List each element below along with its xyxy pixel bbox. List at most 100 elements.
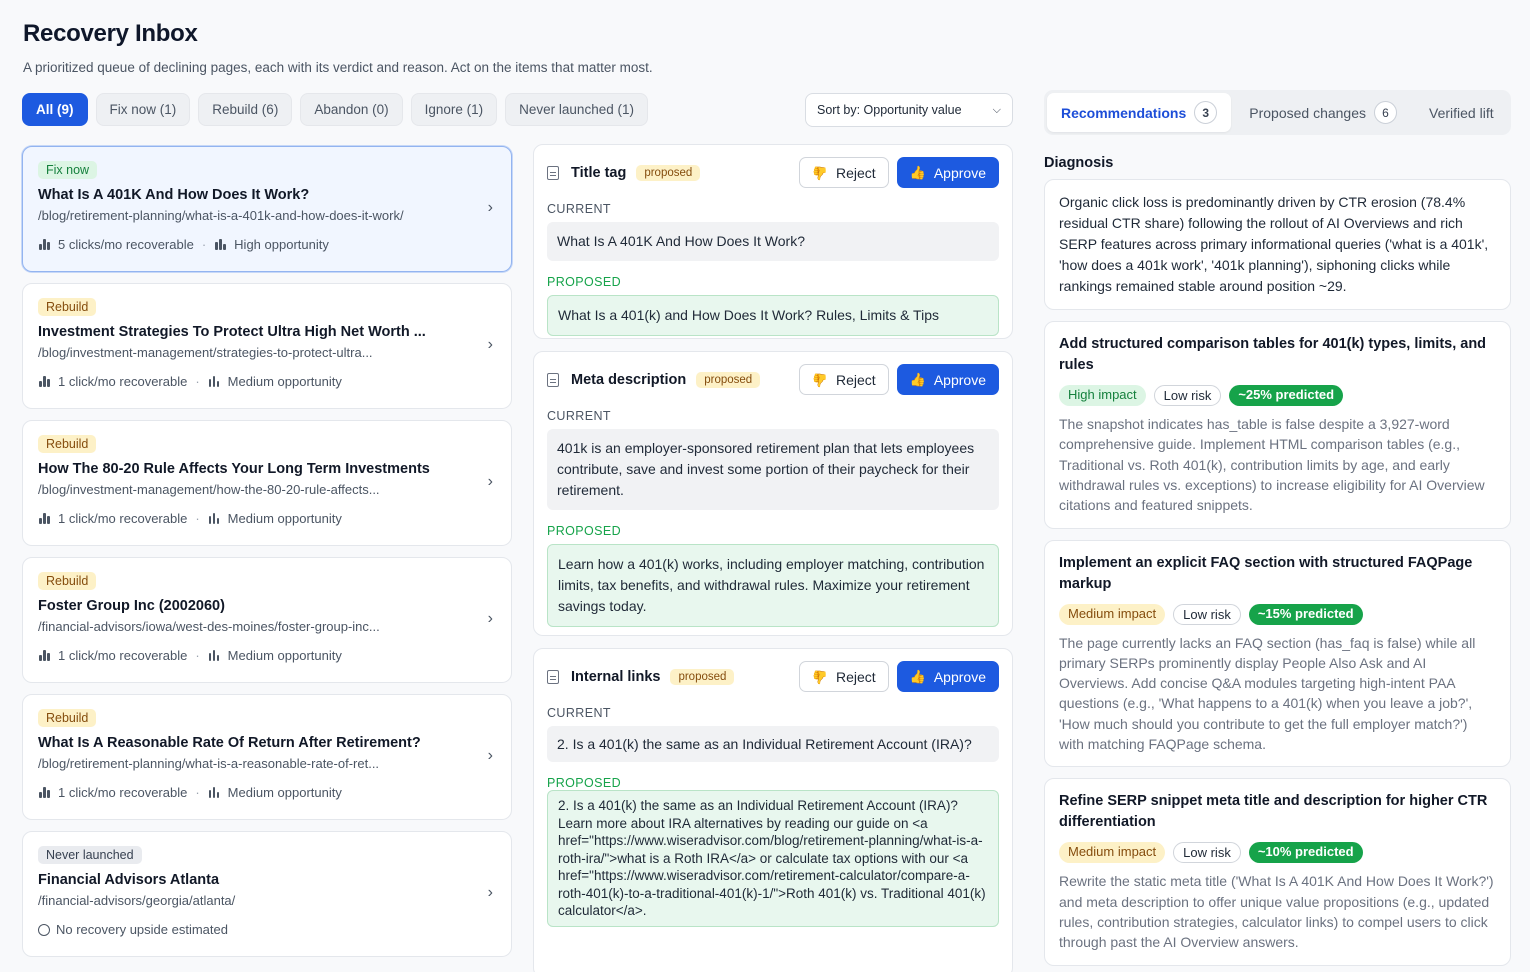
tab-label: Proposed changes: [1249, 104, 1367, 121]
recommendation-body: Rewrite the static meta title ('What Is …: [1059, 873, 1494, 951]
proposed-changes-panel: Title tag proposed 👍 Reject 👍 Approve CURR…: [533, 144, 1013, 972]
separator: ·: [201, 237, 207, 252]
list-item[interactable]: Never launched Financial Advisors Atlant…: [22, 831, 512, 957]
document-icon: [547, 165, 559, 180]
filter-fix-now[interactable]: Fix now (1): [95, 93, 191, 126]
recommendation-title: Add structured comparison tables for 401…: [1059, 336, 1487, 374]
separator: ·: [195, 648, 200, 663]
item-meta: 1 click/mo recoverable · Medium opportun…: [38, 511, 495, 526]
filter-rebuild[interactable]: Rebuild (6): [198, 93, 293, 126]
approve-button[interactable]: 👍 Approve: [896, 157, 999, 188]
predicted-lift-badge: ~10% predicted: [1248, 842, 1363, 864]
risk-badge: Low risk: [1173, 842, 1241, 864]
chevron-down-icon: ⌵: [992, 103, 1001, 116]
item-meta: 1 click/mo recoverable · Medium opportun…: [38, 785, 495, 800]
item-url: /blog/investment-management/how-the-80-2…: [38, 482, 380, 497]
filter-all[interactable]: All (9): [22, 93, 88, 126]
count-badge: 6: [1374, 101, 1398, 124]
reject-button[interactable]: 👍 Reject: [798, 157, 889, 188]
current-value: What Is A 401K And How Does It Work?: [547, 222, 999, 261]
current-label: CURRENT: [547, 202, 611, 216]
risk-badge: Low risk: [1153, 385, 1222, 407]
card-header: Title tag proposed 👍 Reject 👍 Approve: [547, 157, 999, 188]
opportunity-icon: [208, 376, 222, 387]
verdict-badge: Never launched: [38, 846, 142, 864]
opportunity-level: Medium opportunity: [227, 511, 342, 526]
chevron-right-icon[interactable]: ›: [488, 747, 493, 765]
clicks-recoverable: 1 click/mo recoverable: [58, 511, 188, 526]
separator: ·: [195, 511, 200, 526]
card-title: Internal links: [571, 668, 661, 685]
clicks-recoverable: 5 clicks/mo recoverable: [58, 237, 194, 252]
reject-label: Reject: [835, 164, 876, 181]
item-url: /financial-advisors/iowa/west-des-moines…: [38, 619, 380, 634]
reject-button[interactable]: 👍 Reject: [798, 661, 889, 692]
predicted-lift-badge: ~15% predicted: [1248, 603, 1363, 625]
chevron-right-icon[interactable]: ›: [488, 610, 493, 628]
opportunity-level: Medium opportunity: [227, 374, 342, 389]
list-item[interactable]: Rebuild How The 80-20 Rule Affects Your …: [22, 420, 512, 546]
card-header: Internal links proposed 👍 Reject 👍 Approve: [547, 661, 999, 692]
document-icon: [547, 372, 559, 387]
diagnosis-text: Organic click loss is predominantly driv…: [1044, 179, 1511, 310]
sort-select[interactable]: Sort by: Opportunity value ⌵: [805, 93, 1013, 127]
list-item[interactable]: Fix now What Is A 401K And How Does It W…: [22, 146, 512, 272]
chevron-right-icon[interactable]: ›: [488, 884, 493, 902]
list-item[interactable]: Rebuild Foster Group Inc (2002060) /fina…: [22, 557, 512, 683]
recommendation-tags: High impact Low risk ~25% predicted: [1059, 385, 1496, 407]
filter-abandon[interactable]: Abandon (0): [300, 93, 403, 126]
impact-badge: High impact: [1059, 385, 1146, 407]
item-meta: 1 click/mo recoverable · Medium opportun…: [38, 648, 495, 663]
separator: ·: [195, 785, 200, 800]
chevron-right-icon[interactable]: ›: [488, 199, 493, 217]
item-title: Investment Strategies To Protect Ultra H…: [38, 324, 426, 340]
sort-label: Sort by: Opportunity value: [817, 103, 962, 117]
action-buttons: 👍 Reject 👍 Approve: [798, 364, 999, 395]
risk-badge: Low risk: [1173, 603, 1241, 625]
item-title: Foster Group Inc (2002060): [38, 598, 225, 614]
item-meta: 5 clicks/mo recoverable · High opportuni…: [38, 237, 495, 252]
approve-button[interactable]: 👍 Approve: [896, 661, 999, 692]
diagnosis-heading: Diagnosis: [1044, 155, 1114, 171]
action-buttons: 👍 Reject 👍 Approve: [798, 661, 999, 692]
thumbs-up-icon: 👍: [909, 668, 926, 684]
approve-button[interactable]: 👍 Approve: [896, 364, 999, 395]
item-url: /blog/investment-management/strategies-t…: [38, 345, 373, 360]
chevron-right-icon[interactable]: ›: [488, 336, 493, 354]
reject-label: Reject: [835, 371, 876, 388]
approve-label: Approve: [933, 164, 986, 181]
filter-never-launched[interactable]: Never launched (1): [505, 93, 648, 126]
approve-label: Approve: [933, 668, 986, 685]
proposed-value[interactable]: What Is a 401(k) and How Does It Work? R…: [547, 295, 999, 336]
separator: ·: [195, 374, 200, 389]
list-item[interactable]: Rebuild What Is A Reasonable Rate Of Ret…: [22, 694, 512, 820]
bar-chart-icon: [38, 650, 52, 661]
change-card-meta-description: Meta description proposed 👍 Reject 👍 Appro…: [533, 351, 1013, 636]
recommendation-card: Refine SERP snippet meta title and descr…: [1044, 778, 1511, 966]
tab-recommendations[interactable]: Recommendations 3: [1047, 93, 1232, 132]
status-badge: proposed: [636, 164, 701, 181]
tab-verified-lift[interactable]: Verified lift: [1415, 93, 1508, 132]
reject-label: Reject: [835, 668, 876, 685]
proposed-value[interactable]: 2. Is a 401(k) the same as an Individual…: [547, 790, 999, 928]
list-item[interactable]: Rebuild Investment Strategies To Protect…: [22, 283, 512, 409]
opportunity-icon: [214, 239, 228, 250]
predicted-lift-badge: ~25% predicted: [1229, 385, 1344, 407]
thumbs-down-icon: 👍: [811, 669, 828, 685]
thumbs-down-icon: 👍: [811, 372, 828, 388]
recommendation-card: Implement an explicit FAQ section with s…: [1044, 539, 1511, 768]
item-meta: 1 click/mo recoverable · Medium opportun…: [38, 374, 495, 389]
filter-ignore[interactable]: Ignore (1): [410, 93, 498, 126]
item-meta: No recovery upside estimated: [38, 922, 495, 937]
recommendation-body: The snapshot indicates has_table is fals…: [1059, 416, 1485, 514]
proposed-label: PROPOSED: [547, 776, 622, 791]
reject-button[interactable]: 👍 Reject: [798, 364, 889, 395]
impact-badge: Medium impact: [1059, 842, 1166, 864]
change-card-internal-links: Internal links proposed 👍 Reject 👍 Approve…: [533, 648, 1013, 972]
change-card-title-tag: Title tag proposed 👍 Reject 👍 Approve CURR…: [533, 144, 1013, 339]
opportunity-level: Medium opportunity: [227, 648, 342, 663]
proposed-value[interactable]: Learn how a 401(k) works, including empl…: [547, 544, 999, 627]
tab-proposed-changes[interactable]: Proposed changes 6: [1235, 93, 1411, 132]
opportunity-level: High opportunity: [234, 237, 329, 252]
chevron-right-icon[interactable]: ›: [488, 473, 493, 491]
